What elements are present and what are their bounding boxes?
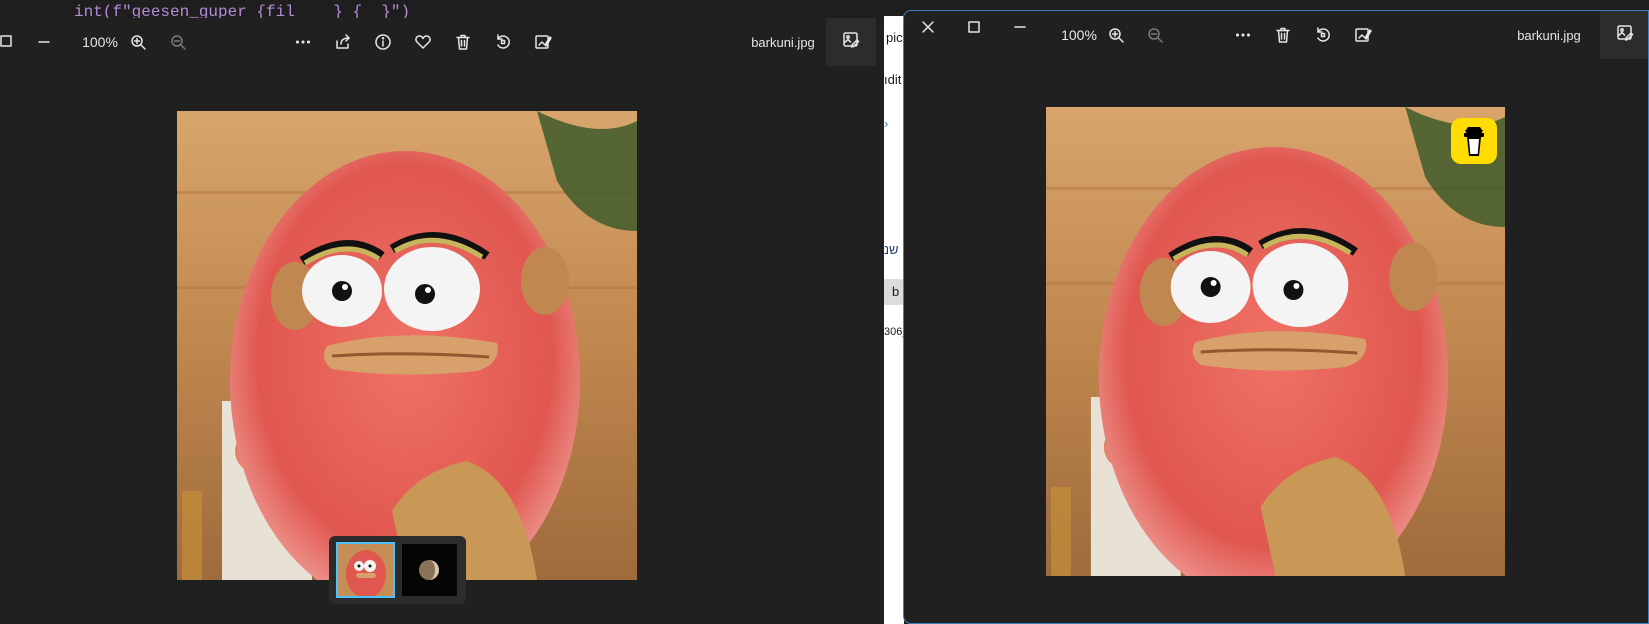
zoom-level[interactable]: 100%: [75, 30, 125, 54]
photos-window-right: 100% barkuni.jpg: [903, 10, 1649, 624]
toolbar: 100% barkuni.jpg: [0, 18, 884, 66]
file-title: barkuni.jpg: [751, 34, 815, 50]
zoom-in-icon[interactable]: [126, 30, 150, 54]
favorite-icon[interactable]: [411, 30, 435, 54]
maximize-icon[interactable]: [962, 15, 986, 39]
toolbar: 100% barkuni.jpg: [904, 11, 1648, 59]
background-app: pic ıdit › שנ b 306_: [884, 16, 904, 624]
zoom-in-icon[interactable]: [1104, 23, 1128, 47]
photo-viewer-image[interactable]: [177, 111, 637, 580]
zoom-level[interactable]: 100%: [1054, 23, 1104, 47]
edit-image-button[interactable]: [1600, 11, 1648, 59]
close-icon[interactable]: [916, 15, 940, 39]
rotate-icon[interactable]: [491, 30, 515, 54]
bg-text-3: ›: [884, 116, 889, 131]
barkuni-thumbnail[interactable]: [336, 542, 395, 598]
info-icon[interactable]: [371, 30, 395, 54]
bg-text-5: b: [892, 284, 900, 299]
bg-text-4: שנ: [884, 242, 899, 257]
puppet-photo: [177, 111, 637, 580]
delete-icon[interactable]: [451, 30, 475, 54]
filmstrip: [329, 536, 466, 604]
bg-text-6: 306_: [884, 326, 904, 338]
edit-icon[interactable]: [1351, 23, 1375, 47]
photos-window-left: 100% barkuni.jpg: [0, 18, 884, 624]
edit-icon[interactable]: [531, 30, 555, 54]
edit-image-icon: [842, 31, 860, 54]
edit-image-icon: [1616, 24, 1634, 47]
cup-icon[interactable]: [1451, 118, 1497, 164]
moon-thumbnail[interactable]: [402, 544, 457, 596]
code-line: int(f"geesen_guper {fil } { }"): [74, 3, 411, 18]
zoom-out-icon[interactable]: [166, 30, 190, 54]
more-icon[interactable]: [291, 30, 315, 54]
delete-icon[interactable]: [1271, 23, 1295, 47]
puppet-photo: [1046, 107, 1505, 576]
minimize-icon[interactable]: [32, 30, 56, 54]
moon-thumbnail-image: [402, 544, 457, 596]
bg-text-2: ıdit: [884, 72, 902, 87]
barkuni-thumbnail-image: [338, 544, 393, 596]
zoom-out-icon[interactable]: [1143, 23, 1167, 47]
more-icon[interactable]: [1231, 23, 1255, 47]
share-icon[interactable]: [331, 30, 355, 54]
restore-icon[interactable]: [0, 30, 19, 54]
rotate-icon[interactable]: [1311, 23, 1335, 47]
edit-image-button[interactable]: [826, 18, 876, 66]
photo-viewer-image[interactable]: [1046, 107, 1505, 576]
cup-icon-graphic: [1464, 127, 1484, 156]
bg-text-1: pic: [886, 30, 903, 45]
file-title: barkuni.jpg: [1517, 27, 1581, 43]
minimize-icon[interactable]: [1008, 15, 1032, 39]
